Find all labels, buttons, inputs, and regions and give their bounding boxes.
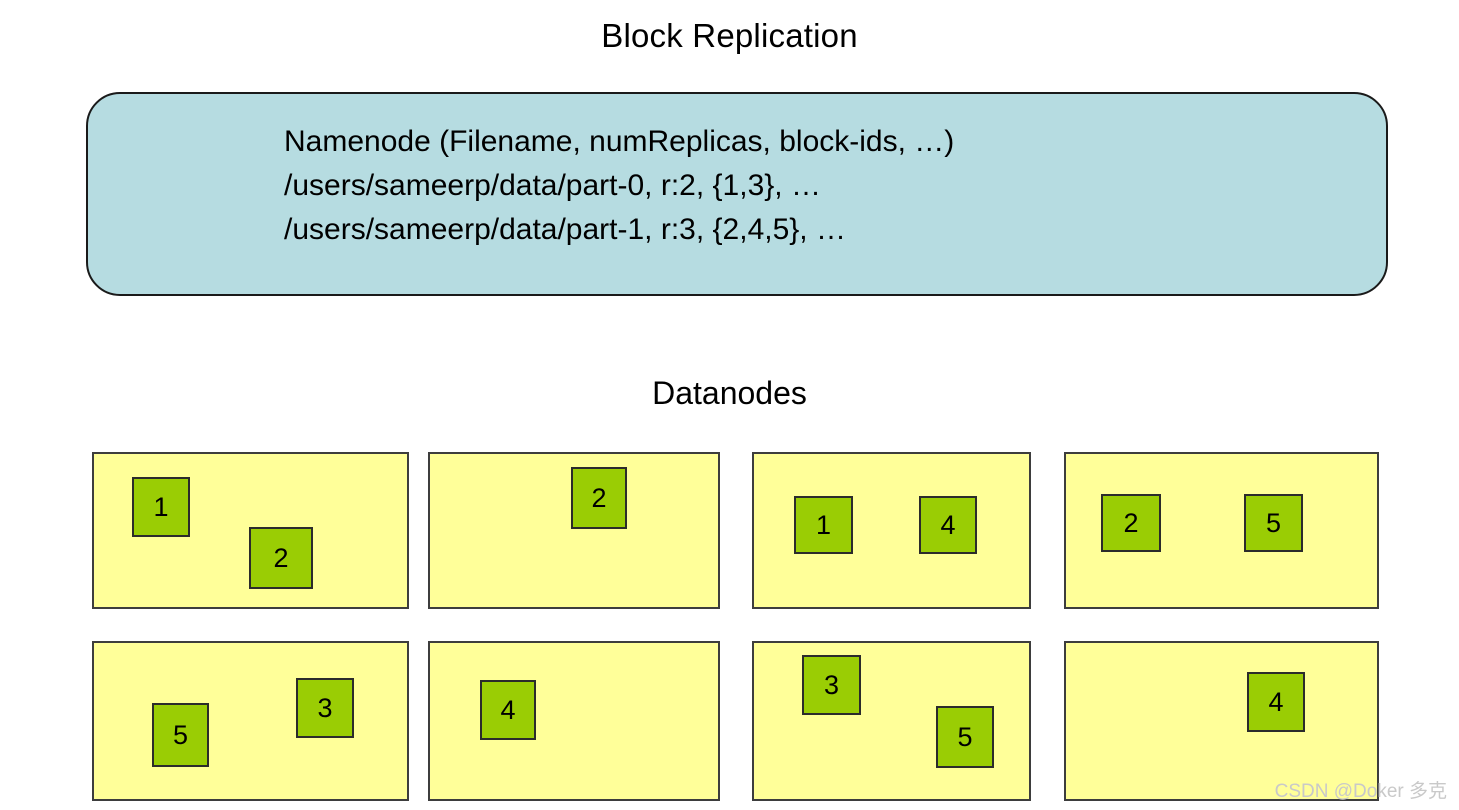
datanode-box: 14 [752, 452, 1031, 609]
block-replica: 1 [794, 496, 853, 554]
namenode-line-schema: Namenode (Filename, numReplicas, block-i… [284, 125, 955, 158]
block-replica: 2 [249, 527, 313, 589]
block-replica: 2 [1101, 494, 1161, 552]
block-replica: 3 [802, 655, 861, 715]
block-replica: 4 [1247, 672, 1305, 732]
block-replica: 1 [132, 477, 190, 537]
page-title: Block Replication [601, 17, 858, 54]
namenode-box: Namenode (Filename, numReplicas, block-i… [86, 92, 1388, 296]
block-replica: 5 [152, 703, 209, 767]
datanode-box: 12 [92, 452, 409, 609]
datanode-box: 2 [428, 452, 720, 609]
namenode-line-part-0: /users/sameerp/data/part-0, r:2, {1,3}, … [284, 169, 821, 202]
diagram-canvas: Block Replication Namenode (Filename, nu… [0, 0, 1459, 810]
datanode-box: 4 [428, 641, 720, 801]
namenode-metadata-text: Namenode (Filename, numReplicas, block-i… [284, 120, 954, 252]
block-replica: 5 [936, 706, 994, 768]
datanodes-heading: Datanodes [652, 375, 807, 411]
datanode-box: 53 [92, 641, 409, 801]
block-replica: 2 [571, 467, 627, 529]
block-replica: 5 [1244, 494, 1303, 552]
block-replica: 4 [480, 680, 536, 740]
namenode-line-part-1: /users/sameerp/data/part-1, r:3, {2,4,5}… [284, 213, 846, 246]
datanode-box: 25 [1064, 452, 1379, 609]
datanode-box: 35 [752, 641, 1031, 801]
block-replica: 3 [296, 678, 354, 738]
block-replica: 4 [919, 496, 977, 554]
datanode-box: 4 [1064, 641, 1379, 801]
